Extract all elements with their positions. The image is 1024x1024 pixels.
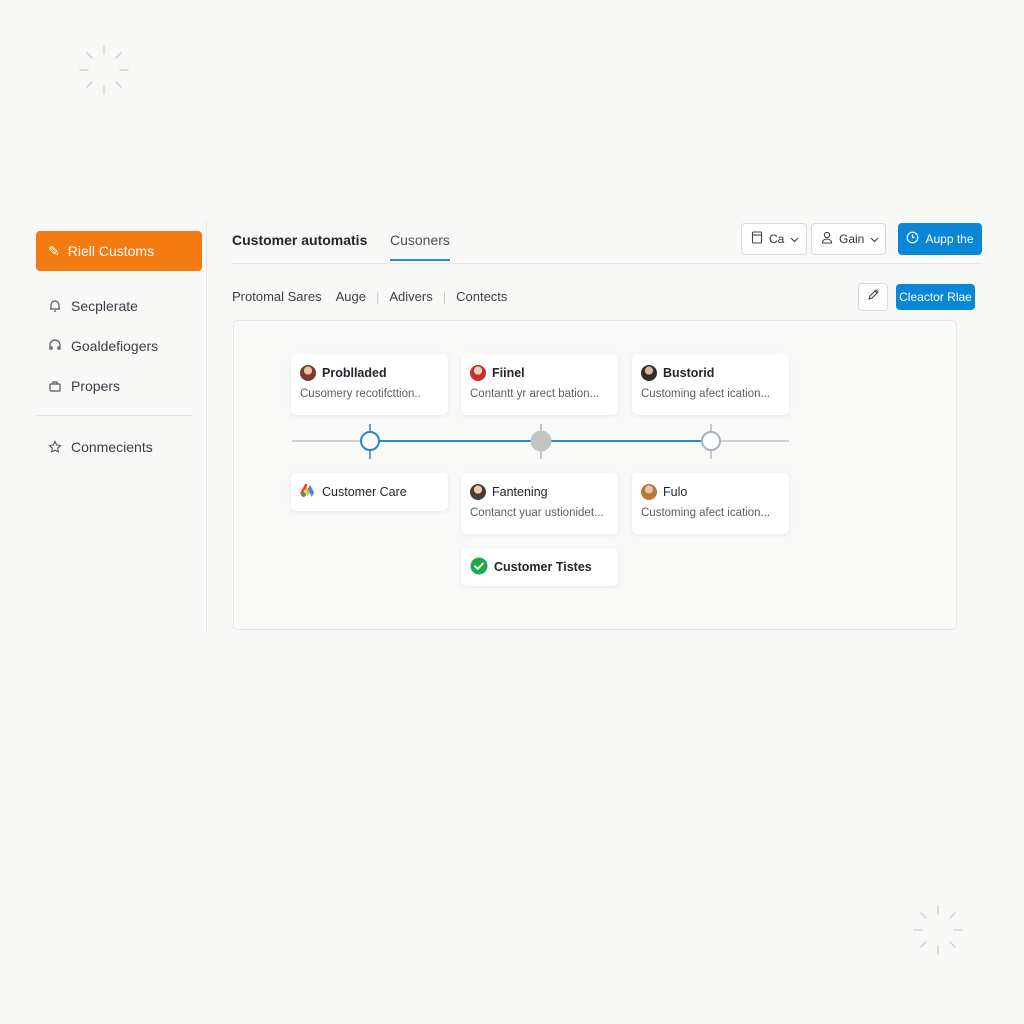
sidebar-item-label: Propers (71, 378, 121, 394)
sidebar-item-label: Goaldefiogers (71, 338, 159, 354)
loading-spinner-icon (913, 905, 963, 955)
sidebar-item-goaldefiogers[interactable]: Goaldefiogers (36, 335, 204, 357)
clock-icon (906, 231, 919, 247)
gain-dropdown-button[interactable]: Gain (811, 223, 886, 255)
pencil-icon: ✎ (48, 242, 60, 259)
card-subtitle: Contanct yuar ustionidet... (470, 507, 604, 519)
timeline-node (701, 431, 721, 451)
card-title: Problladed (322, 366, 387, 380)
tab-cusoners[interactable]: Cusoners (390, 232, 450, 261)
workflow-card[interactable]: Customer Tistes (461, 548, 618, 586)
pen-icon (867, 288, 880, 306)
timeline-node (360, 431, 380, 451)
sidebar: ✎ Riell Customs Secplerate Goaldefiogers… (36, 231, 204, 458)
card-subtitle: Customing afect ication... (641, 388, 771, 400)
check-circle-icon (470, 557, 488, 578)
user-icon (821, 231, 833, 247)
gain-dropdown-label: Gain (839, 232, 865, 246)
workflow-card[interactable]: Fiinel Contantt yr arect bation... (461, 354, 618, 415)
filter-separator: | (375, 289, 380, 304)
sidebar-item-conmecients[interactable]: Conmecients (36, 436, 204, 458)
sidebar-item-label: Secplerate (71, 298, 138, 314)
create-rule-button[interactable]: Cleactor Rlae (896, 284, 975, 310)
headset-icon (48, 339, 62, 353)
filter-item[interactable]: Auge (336, 289, 366, 304)
sidebar-item-label: Conmecients (71, 439, 153, 455)
avatar (470, 365, 486, 381)
filter-separator: | (442, 289, 447, 304)
workflow-card[interactable]: Customer Care (291, 473, 448, 511)
avatar (300, 365, 316, 381)
card-title: Bustorid (663, 366, 715, 380)
filter-item[interactable]: Protomal Sares (232, 289, 322, 304)
primary-nav-button-label: Riell Customs (67, 243, 155, 259)
bell-icon (48, 299, 62, 313)
sidebar-divider-vertical (206, 222, 207, 632)
edit-button[interactable] (858, 283, 888, 311)
card-subtitle: Cusomery recotifcttion.. (300, 388, 421, 400)
workflow-card[interactable]: Bustorid Customing afect ication... (632, 354, 789, 415)
ca-dropdown-label: Ca (769, 232, 785, 246)
apply-button-label: Aupp the (925, 232, 974, 246)
workflow-card[interactable]: Problladed Cusomery recotifcttion.. (291, 354, 448, 415)
workflow-canvas: Problladed Cusomery recotifcttion.. Fiin… (233, 320, 957, 630)
card-title: Customer Care (322, 485, 407, 499)
avatar (641, 365, 657, 381)
workflow-card[interactable]: Fantening Contanct yuar ustionidet... (461, 473, 618, 534)
card-subtitle: Contantt yr arect bation... (470, 388, 600, 400)
sidebar-item-propers[interactable]: Propers (36, 375, 204, 397)
loading-spinner-icon (79, 45, 129, 95)
ca-dropdown-button[interactable]: Ca (741, 223, 807, 255)
google-ads-icon (300, 483, 316, 501)
create-rule-button-label: Cleactor Rlae (899, 290, 972, 304)
timeline-node (530, 430, 552, 452)
card-title: Customer Tistes (494, 560, 592, 574)
filter-row: Protomal Sares Auge | Adivers | Contects (232, 289, 507, 304)
tab-customer-automatis[interactable]: Customer automatis (232, 232, 367, 248)
card-subtitle: Customing afect ication... (641, 507, 771, 519)
avatar (470, 484, 486, 500)
primary-nav-button[interactable]: ✎ Riell Customs (36, 231, 202, 271)
sidebar-item-secplerate[interactable]: Secplerate (36, 295, 204, 317)
filter-item[interactable]: Adivers (389, 289, 432, 304)
chevron-down-icon (790, 232, 799, 246)
star-icon (48, 440, 62, 454)
chevron-down-icon (870, 232, 879, 246)
workflow-card[interactable]: Fulo Customing afect ication... (632, 473, 789, 534)
card-title: Fantening (492, 485, 548, 499)
card-title: Fiinel (492, 366, 525, 380)
apply-button[interactable]: Aupp the (898, 223, 982, 255)
avatar (641, 484, 657, 500)
briefcase-icon (48, 379, 62, 393)
filter-item[interactable]: Contects (456, 289, 507, 304)
document-icon (751, 231, 763, 247)
card-title: Fulo (663, 485, 688, 499)
